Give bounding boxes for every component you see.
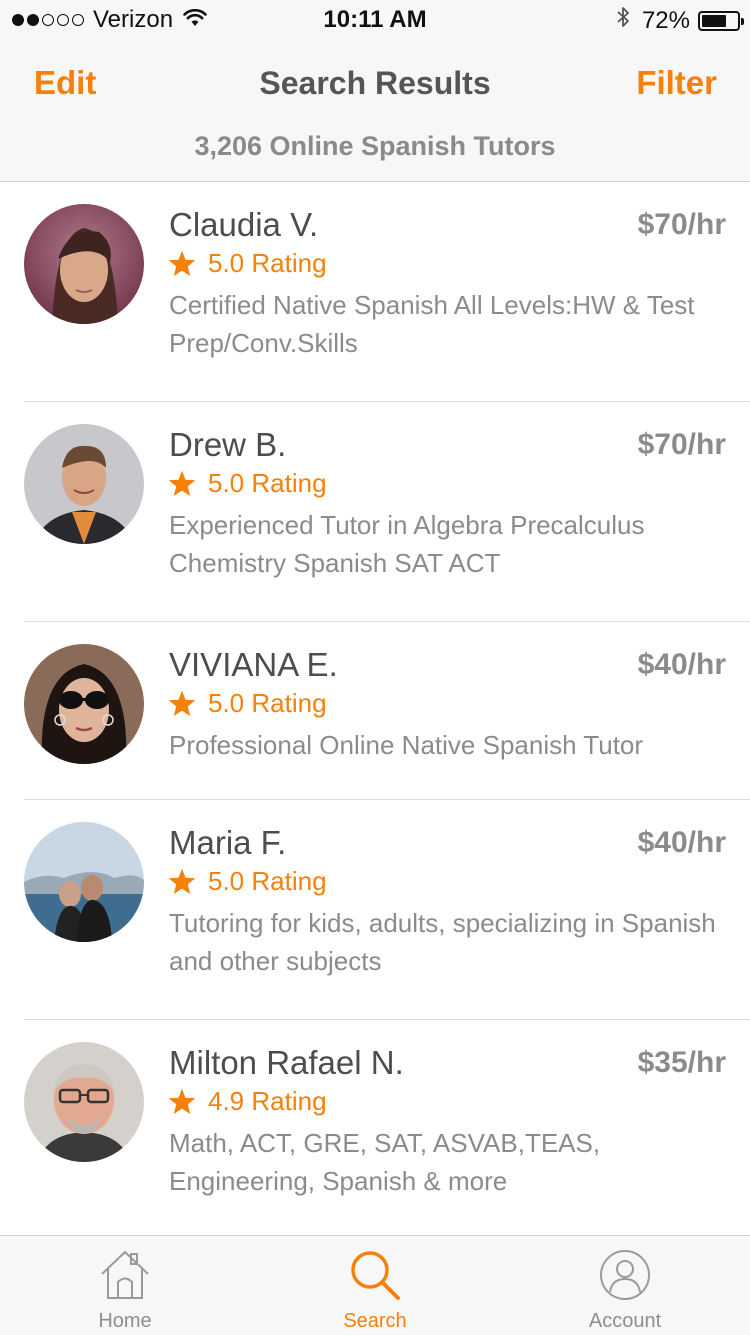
star-icon bbox=[168, 470, 196, 496]
battery-fill bbox=[702, 14, 727, 27]
tab-label: Home bbox=[98, 1310, 152, 1332]
status-bar: Verizon 10:11 AM 72% bbox=[0, 0, 750, 40]
tab-label: Account bbox=[588, 1310, 662, 1332]
star-icon bbox=[168, 1088, 196, 1114]
avatar bbox=[24, 424, 144, 544]
tutor-description: Certified Native Spanish All Levels:HW &… bbox=[169, 290, 695, 358]
tutor-rate: $40/hr bbox=[637, 826, 726, 859]
tutor-name: Milton Rafael N. bbox=[169, 1044, 404, 1081]
star-icon bbox=[168, 690, 196, 716]
tutor-name: Drew B. bbox=[169, 426, 287, 463]
tutor-list: Claudia V. $70/hr 5.0 Rating Certified N… bbox=[0, 182, 750, 1239]
rating-label: 5.0 Rating bbox=[208, 866, 327, 896]
tutor-rate: $35/hr bbox=[637, 1046, 726, 1079]
rating-label: 5.0 Rating bbox=[208, 688, 327, 718]
avatar bbox=[24, 644, 144, 764]
rating-label: 4.9 Rating bbox=[208, 1086, 327, 1116]
battery-icon bbox=[698, 10, 744, 31]
tutor-rating: 4.9 Rating bbox=[168, 1086, 327, 1117]
tutor-description: Professional Online Native Spanish Tutor bbox=[169, 730, 644, 760]
tutor-rating: 5.0 Rating bbox=[168, 688, 327, 719]
tutor-row-viviana[interactable]: VIVIANA E. $40/hr 5.0 Rating Professiona… bbox=[24, 622, 750, 800]
tutor-row-maria[interactable]: Maria F. $40/hr 5.0 Rating Tutoring for … bbox=[24, 800, 750, 1020]
avatar bbox=[24, 1042, 144, 1162]
search-icon bbox=[348, 1248, 402, 1307]
rating-label: 5.0 Rating bbox=[208, 468, 327, 498]
tutor-rating: 5.0 Rating bbox=[168, 248, 327, 279]
tutor-rate: $70/hr bbox=[637, 208, 726, 241]
header: Verizon 10:11 AM 72% Edit Search Results… bbox=[0, 0, 750, 182]
home-icon bbox=[98, 1248, 152, 1307]
bluetooth-icon bbox=[616, 6, 630, 35]
tutor-description: Math, ACT, GRE, SAT, ASVAB,TEAS, Enginee… bbox=[169, 1128, 601, 1196]
battery-area: 72% bbox=[616, 6, 744, 35]
tutor-rate: $70/hr bbox=[637, 428, 726, 461]
tutor-rating: 5.0 Rating bbox=[168, 866, 327, 897]
tab-search[interactable]: Search bbox=[250, 1236, 500, 1335]
tutor-row-drew[interactable]: Drew B. $70/hr 5.0 Rating Experienced Tu… bbox=[24, 402, 750, 622]
results-count: 3,206 Online Spanish Tutors bbox=[194, 131, 556, 161]
rating-label: 5.0 Rating bbox=[208, 248, 327, 278]
tab-bar: Home Search Account bbox=[0, 1235, 750, 1335]
tab-label: Search bbox=[343, 1310, 407, 1332]
tutor-description: Experienced Tutor in Algebra Precalculus… bbox=[169, 510, 645, 578]
star-icon bbox=[168, 868, 196, 894]
tutor-name: Claudia V. bbox=[169, 206, 319, 243]
account-icon bbox=[598, 1248, 652, 1307]
tutor-row-milton[interactable]: Milton Rafael N. $35/hr 4.9 Rating Math,… bbox=[24, 1020, 750, 1239]
tutor-row-claudia[interactable]: Claudia V. $70/hr 5.0 Rating Certified N… bbox=[24, 182, 750, 402]
battery-percent: 72% bbox=[641, 6, 690, 34]
battery-nub bbox=[741, 17, 744, 25]
tutor-name: VIVIANA E. bbox=[169, 646, 338, 683]
tutor-rating: 5.0 Rating bbox=[168, 468, 327, 499]
avatar bbox=[24, 204, 144, 324]
avatar bbox=[24, 822, 144, 942]
tab-home[interactable]: Home bbox=[0, 1236, 250, 1335]
star-icon bbox=[168, 250, 196, 276]
tab-account[interactable]: Account bbox=[500, 1236, 750, 1335]
filter-button[interactable]: Filter bbox=[636, 64, 717, 102]
tutor-description: Tutoring for kids, adults, specializing … bbox=[169, 908, 716, 976]
tutor-name: Maria F. bbox=[169, 824, 287, 861]
tutor-rate: $40/hr bbox=[637, 648, 726, 681]
